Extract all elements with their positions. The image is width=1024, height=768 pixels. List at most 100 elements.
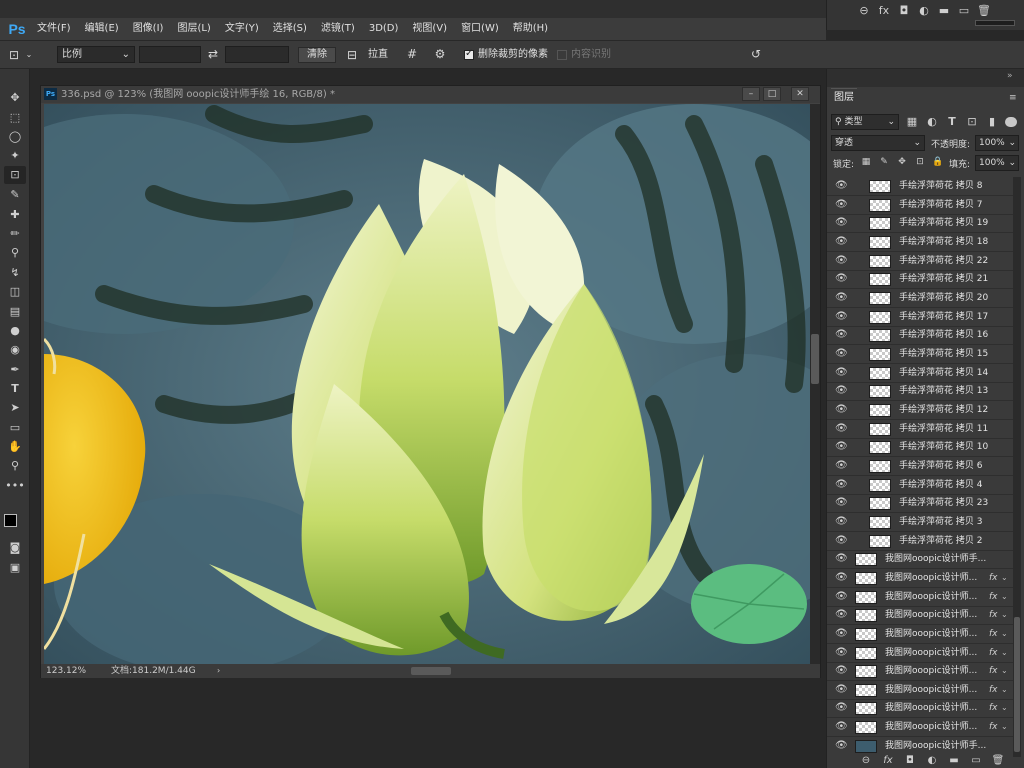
visibility-eye-icon[interactable]: 👁 (835, 236, 848, 248)
expand-effects-icon[interactable]: ⌄ (1001, 646, 1008, 660)
layer-row[interactable]: 👁 我图网ooopic设计师... fx ⌄ (827, 606, 1013, 626)
type-filter-icon[interactable]: T (945, 115, 959, 129)
new-group-icon[interactable]: ▬ (947, 755, 961, 767)
layer-effects-icon[interactable]: fx (989, 664, 998, 678)
chevron-right-icon[interactable]: › (217, 664, 220, 678)
path-selection-icon[interactable]: ➤ (4, 399, 26, 417)
menu-item[interactable]: 选择(S) (266, 18, 314, 40)
adjustment-filter-icon[interactable]: ◐ (925, 115, 939, 129)
clear-button[interactable]: 清除 (298, 47, 336, 63)
fx-icon[interactable]: fx (877, 4, 891, 18)
visibility-eye-icon[interactable]: 👁 (835, 348, 848, 360)
visibility-eye-icon[interactable]: 👁 (835, 460, 848, 472)
lock-all-icon[interactable]: 🔒 (931, 155, 945, 169)
menu-item[interactable]: 编辑(E) (78, 18, 126, 40)
panel-menu-icon[interactable]: ≡ (1009, 93, 1017, 103)
layer-row[interactable]: 👁 手绘浮萍荷花 拷贝 10 (827, 438, 1013, 458)
layer-row[interactable]: 👁 手绘浮萍荷花 拷贝 20 (827, 289, 1013, 308)
expand-effects-icon[interactable]: ⌄ (1001, 664, 1008, 678)
shape-tool-icon[interactable]: ▭ (4, 419, 26, 437)
straighten-label[interactable]: 拉直 (368, 48, 388, 62)
menu-item[interactable]: 图层(L) (170, 18, 217, 40)
crop-tool-icon[interactable]: ⊡ (4, 166, 26, 184)
hand-tool-icon[interactable]: ✋ (4, 438, 26, 456)
close-button[interactable]: ✕ (791, 87, 809, 101)
menu-item[interactable]: 帮助(H) (506, 18, 555, 40)
layer-row[interactable]: 👁 我图网ooopic设计师手... (827, 550, 1013, 570)
history-brush-icon[interactable]: ↯ (4, 264, 26, 282)
layer-row[interactable]: 👁 我图网ooopic设计师... fx ⌄ (827, 625, 1013, 644)
zoom-tool-icon[interactable]: ⚲ (4, 457, 26, 475)
visibility-eye-icon[interactable]: 👁 (835, 497, 848, 509)
stamp-tool-icon[interactable]: ⚲ (4, 244, 26, 262)
visibility-eye-icon[interactable]: 👁 (835, 665, 848, 677)
gear-icon[interactable]: ⚙ (432, 47, 448, 61)
visibility-eye-icon[interactable]: 👁 (835, 404, 848, 416)
new-adjustment-icon[interactable]: ◐ (925, 755, 939, 767)
scroll-thumb[interactable] (811, 334, 819, 384)
visibility-eye-icon[interactable]: 👁 (835, 535, 848, 547)
filter-toggle[interactable] (1005, 117, 1017, 127)
lasso-tool-icon[interactable]: ◯ (4, 128, 26, 146)
layer-row[interactable]: 👁 手绘浮萍荷花 拷贝 17 (827, 308, 1013, 327)
expand-effects-icon[interactable]: ⌄ (1001, 683, 1008, 697)
fill-field[interactable]: 100% ⌄ (975, 155, 1019, 171)
layer-row[interactable]: 👁 手绘浮萍荷花 拷贝 13 (827, 382, 1013, 402)
layer-effects-icon[interactable]: fx (989, 720, 998, 734)
delete-layer-icon[interactable]: 🗑 (991, 755, 1005, 767)
filter-type-select[interactable]: ⚲ 类型 ⌄ (831, 114, 899, 130)
shape-filter-icon[interactable]: ⊡ (965, 115, 979, 129)
opacity-field[interactable]: 100% ⌄ (975, 135, 1019, 151)
layer-row[interactable]: 👁 手绘浮萍荷花 拷贝 2 (827, 532, 1013, 551)
eyedropper-tool-icon[interactable]: ✎ (4, 186, 26, 204)
width-field[interactable] (139, 46, 201, 63)
visibility-eye-icon[interactable]: 👁 (835, 217, 848, 229)
layer-row[interactable]: 👁 手绘浮萍荷花 拷贝 21 (827, 270, 1013, 290)
layer-effects-icon[interactable]: fx (989, 646, 998, 660)
visibility-eye-icon[interactable]: 👁 (835, 311, 848, 323)
layer-row[interactable]: 👁 手绘浮萍荷花 拷贝 14 (827, 364, 1013, 383)
visibility-eye-icon[interactable]: 👁 (835, 740, 848, 752)
blend-mode-select[interactable]: 穿透 ⌄ (831, 135, 925, 151)
menu-item[interactable]: 图像(I) (126, 18, 171, 40)
link-layers-icon[interactable]: ⊖ (859, 755, 873, 767)
menu-item[interactable]: 3D(D) (362, 18, 406, 40)
tab-layers[interactable]: 图层 (831, 88, 857, 106)
layer-effects-icon[interactable]: fx (989, 701, 998, 715)
folder-icon[interactable]: ▬ (937, 4, 951, 18)
visibility-eye-icon[interactable]: 👁 (835, 441, 848, 453)
collapse-icon[interactable]: » (1007, 71, 1013, 81)
layer-row[interactable]: 👁 手绘浮萍荷花 拷贝 6 (827, 457, 1013, 476)
quick-mask-icon[interactable]: ◙ (4, 539, 26, 557)
visibility-eye-icon[interactable]: 👁 (835, 721, 848, 733)
visibility-eye-icon[interactable]: 👁 (835, 329, 848, 341)
menu-item[interactable]: 文件(F) (30, 18, 78, 40)
zoom-level[interactable]: 123.12% (46, 664, 86, 678)
maximize-button[interactable]: □ (763, 87, 781, 101)
lock-transparency-icon[interactable]: ▦ (859, 155, 873, 169)
menu-item[interactable]: 视图(V) (405, 18, 454, 40)
visibility-eye-icon[interactable]: 👁 (835, 273, 848, 285)
expand-effects-icon[interactable]: ⌄ (1001, 590, 1008, 604)
visibility-eye-icon[interactable]: 👁 (835, 292, 848, 304)
visibility-eye-icon[interactable]: 👁 (835, 479, 848, 491)
link-icon[interactable]: ⊖ (857, 4, 871, 18)
eraser-tool-icon[interactable]: ◫ (4, 283, 26, 301)
visibility-eye-icon[interactable]: 👁 (835, 702, 848, 714)
crop-tool-icon[interactable]: ⊡ (6, 48, 22, 62)
layer-row[interactable]: 👁 手绘浮萍荷花 拷贝 15 (827, 345, 1013, 364)
minimize-button[interactable]: – (742, 87, 760, 101)
grid-overlay-icon[interactable]: # (404, 47, 420, 61)
layer-row[interactable]: 👁 手绘浮萍荷花 拷贝 4 (827, 476, 1013, 495)
smart-object-filter-icon[interactable]: ▮ (985, 115, 999, 129)
type-tool-icon[interactable]: T (4, 380, 26, 398)
visibility-eye-icon[interactable]: 👁 (835, 684, 848, 696)
healing-brush-icon[interactable]: ✚ (4, 206, 26, 224)
dodge-tool-icon[interactable]: ◉ (4, 341, 26, 359)
chevron-down-icon[interactable]: ⌄ (24, 48, 34, 62)
pixel-filter-icon[interactable]: ▦ (905, 115, 919, 129)
layer-effects-icon[interactable]: fx (989, 683, 998, 697)
delete-cropped-checkbox[interactable]: ✓ (464, 48, 474, 60)
layer-row[interactable]: 👁 我图网ooopic设计师... fx ⌄ (827, 718, 1013, 738)
magic-wand-tool-icon[interactable]: ✦ (4, 147, 26, 165)
